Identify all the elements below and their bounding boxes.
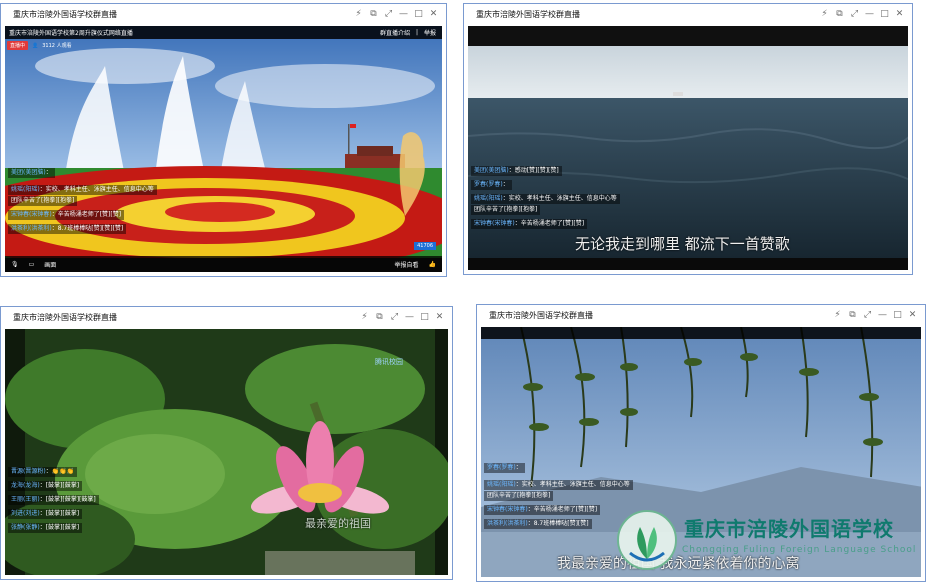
live-window-1: 重庆市涪陵外国语学校群直播 ⚡ ⧉ ⤢ — □ ✕ 重庆市涪陵外国语学校第2周升…	[0, 3, 447, 277]
chat-message: 罗春(罗春)：	[471, 180, 512, 190]
pin-icon[interactable]: ⚡	[360, 312, 369, 322]
subtitle: 无论我走到哪里 都流下一首赞歌	[575, 235, 790, 253]
live-window-3: 重庆市涪陵外国语学校群直播 ⚡ ⧉ ⤢ — □ ✕ 腾讯校园 晋源(晋源粉)：👏…	[0, 306, 453, 580]
expand-icon[interactable]: ⤢	[390, 312, 399, 322]
close-button[interactable]: ✕	[908, 310, 917, 320]
chat-list: 美团(美团脑)：感动[赞][赞][赞] 罗春(罗春)： 姚瑶(阳瑶)：实校、孝科…	[471, 166, 620, 229]
chat-message: 洪茶利(洪茶利)：8.7班棒棒哒[赞][赞][赞]	[8, 224, 127, 234]
person-icon: 👤	[32, 42, 39, 49]
chat-message: 团队辛苦了[抱拳][抱拳]	[484, 491, 554, 501]
title-bar[interactable]: 重庆市涪陵外国语学校群直播 ⚡ ⧉ ⤢ — □ ✕	[464, 4, 912, 24]
report-button[interactable]: 举报自看	[395, 260, 419, 269]
window-title: 重庆市涪陵外国语学校群直播	[13, 9, 117, 19]
school-name-cn: 重庆市涪陵外国语学校	[684, 517, 894, 541]
picture-button[interactable]: 画面	[44, 260, 56, 269]
window-title: 重庆市涪陵外国语学校群直播	[489, 310, 593, 320]
minimize-button[interactable]: —	[399, 9, 408, 19]
chat-message: 姚瑶(阳瑶)：实校、孝科主任、泳旗主任、信息中心等	[484, 480, 633, 490]
popout-icon[interactable]: ⧉	[848, 310, 857, 320]
chat-message: 团队辛苦了[抱拳][抱拳]	[8, 196, 78, 206]
school-emblem-icon	[617, 510, 677, 570]
popout-icon[interactable]: ⧉	[835, 9, 844, 19]
chat-message: 美团(美团脑)：感动[赞][赞][赞]	[471, 166, 562, 176]
chat-message: 宋钟春(宋钟春)：辛苦杨涌老师了[赞][赞]	[484, 505, 601, 515]
pin-icon[interactable]: ⚡	[833, 310, 842, 320]
live-badge: 直播中	[7, 41, 29, 50]
maximize-button[interactable]: □	[880, 9, 889, 19]
screen-icon[interactable]: ▭	[29, 261, 35, 268]
chat-list: 美团(美团脑)： 姚瑶(阳瑶)：实校、孝科主任、泳旗主任、信息中心等 团队辛苦了…	[8, 168, 157, 234]
close-button[interactable]: ✕	[895, 9, 904, 19]
chat-message: 洪茶利(洪茶利)：8.7班棒棒哒[赞][赞]	[484, 519, 592, 529]
chat-list: 罗春(罗春)： 姚瑶(阳瑶)：实校、孝科主任、泳旗主任、信息中心等 团队辛苦了[…	[484, 463, 633, 529]
video-player[interactable]: 美团(美团脑)：感动[赞][赞][赞] 罗春(罗春)： 姚瑶(阳瑶)：实校、孝科…	[468, 26, 908, 270]
school-name-en: Chongqing Fuling Foreign Language School	[682, 545, 917, 555]
chat-message: 王丽(王丽)：[鼓掌][鼓掌][鼓掌]	[8, 495, 99, 505]
chat-message: 张静(张静)：[鼓掌][鼓掌]	[8, 523, 83, 533]
tencent-watermark: 腾讯校园	[375, 358, 403, 366]
maximize-button[interactable]: □	[420, 312, 429, 322]
minimize-button[interactable]: —	[865, 9, 874, 19]
video-player[interactable]: 重庆市涪陵外国语学校第2周升旗仪式网络直播 群直播介绍 | 举报 直播中 👤 3…	[5, 26, 442, 272]
group-intro-link[interactable]: 群直播介绍	[380, 28, 416, 37]
chat-message: 罗春(罗春)：	[484, 463, 525, 473]
expand-icon[interactable]: ⤢	[863, 310, 872, 320]
player-controls: 🎙 ▭ 画面 举报自看 👍	[5, 256, 442, 272]
window-title: 重庆市涪陵外国语学校群直播	[13, 312, 117, 322]
pin-icon[interactable]: ⚡	[354, 9, 363, 19]
video-frame-fountain-flowerbed	[5, 26, 442, 272]
video-player[interactable]: 腾讯校园 晋源(晋源粉)：👏👏👏 龙海(龙海)：[鼓掌][鼓掌] 王丽(王丽)：…	[5, 329, 448, 575]
stream-header: 重庆市涪陵外国语学校第2周升旗仪式网络直播 群直播介绍 | 举报	[5, 26, 442, 39]
minimize-button[interactable]: —	[405, 312, 414, 322]
minimize-button[interactable]: —	[878, 310, 887, 320]
close-button[interactable]: ✕	[435, 312, 444, 322]
expand-icon[interactable]: ⤢	[384, 9, 393, 19]
live-window-2: 重庆市涪陵外国语学校群直播 ⚡ ⧉ ⤢ — □ ✕ 美团(美团脑)：感动[赞][…	[463, 3, 913, 275]
maximize-button[interactable]: □	[893, 310, 902, 320]
chat-message: 姚瑶(阳瑶)：实校、孝科主任、泳旗主任、信息中心等	[471, 194, 620, 204]
school-logo: 重庆市涪陵外国语学校 Chongqing Fuling Foreign Lang…	[612, 505, 926, 577]
title-bar[interactable]: 重庆市涪陵外国语学校群直播 ⚡ ⧉ ⤢ — □ ✕	[1, 4, 446, 24]
pin-icon[interactable]: ⚡	[820, 9, 829, 19]
chat-message: 团队辛苦了[抱拳][抱拳]	[471, 205, 541, 215]
close-button[interactable]: ✕	[429, 9, 438, 19]
live-status: 直播中 👤 3112 人观看	[7, 41, 72, 50]
view-count-badge: 41706	[414, 242, 436, 250]
chat-list: 晋源(晋源粉)：👏👏👏 龙海(龙海)：[鼓掌][鼓掌] 王丽(王丽)：[鼓掌][…	[8, 467, 99, 533]
expand-icon[interactable]: ⤢	[850, 9, 859, 19]
chat-message: 美团(美团脑)：	[8, 168, 55, 178]
popout-icon[interactable]: ⧉	[369, 9, 378, 19]
like-icon[interactable]: 👍	[429, 261, 442, 268]
chat-message: 宋钟春(宋钟春)：辛苦杨涌老师了[赞][赞]	[471, 219, 588, 229]
maximize-button[interactable]: □	[414, 9, 423, 19]
chat-message: 姚瑶(阳瑶)：实校、孝科主任、泳旗主任、信息中心等	[8, 185, 157, 195]
subtitle: 最亲爱的祖国	[305, 517, 371, 530]
stream-title: 重庆市涪陵外国语学校第2周升旗仪式网络直播	[9, 30, 133, 37]
chat-message: 龙海(龙海)：[鼓掌][鼓掌]	[8, 481, 83, 491]
chat-message: 刘进(刘进)：[鼓掌][鼓掌]	[8, 509, 83, 519]
separator: |	[415, 29, 418, 36]
chat-message: 晋源(晋源粉)：👏👏👏	[8, 467, 78, 477]
mic-icon[interactable]: 🎙	[11, 261, 19, 268]
chat-message: 宋钟春(宋钟春)：辛苦杨涌老师了[赞][赞]	[8, 210, 125, 220]
title-bar[interactable]: 重庆市涪陵外国语学校群直播 ⚡ ⧉ ⤢ — □ ✕	[1, 307, 452, 327]
report-link[interactable]: 举报	[424, 28, 442, 37]
title-bar[interactable]: 重庆市涪陵外国语学校群直播 ⚡ ⧉ ⤢ — □ ✕	[477, 305, 925, 325]
window-title: 重庆市涪陵外国语学校群直播	[476, 9, 580, 19]
viewer-count: 3112 人观看	[42, 43, 72, 49]
popout-icon[interactable]: ⧉	[375, 312, 384, 322]
